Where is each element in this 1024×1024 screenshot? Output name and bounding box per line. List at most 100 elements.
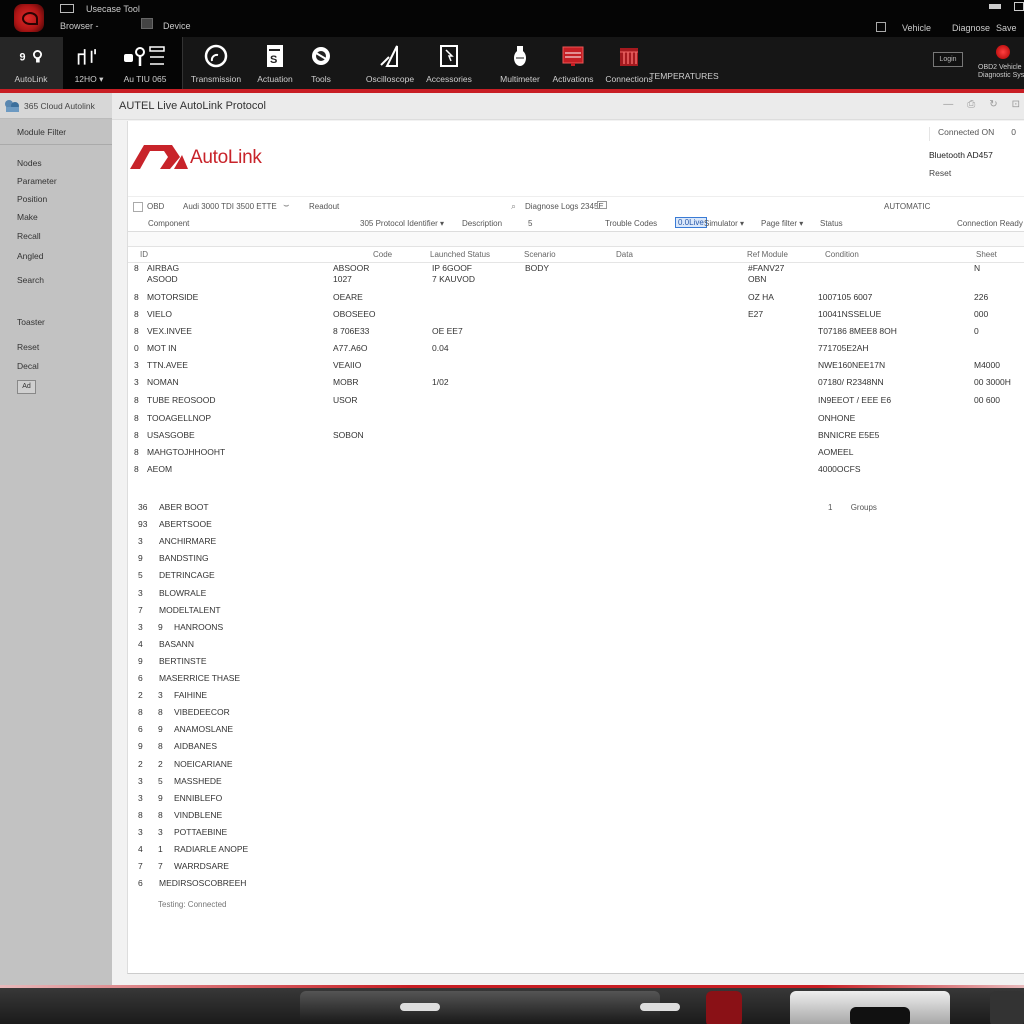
col-ref-module[interactable]: Ref Module [747,250,788,259]
groups-label[interactable]: Groups [851,503,877,512]
table-row[interactable]: 8 AEOM 4000OCFS [128,464,1024,481]
table-row[interactable]: 8 VIELO OBOSEEO E27 10041NSSELUE 000 [128,309,1024,326]
list-item[interactable]: 2 2 NOEICARIANE [128,759,528,776]
list-item[interactable]: 93 ABERTSOOE [128,519,528,536]
calendar-icon[interactable] [876,22,886,32]
list-item[interactable]: 2 3 FAIHINE [128,690,528,707]
col-sheet[interactable]: Sheet [976,250,997,259]
ribbon-module[interactable]: Au TIU 065 [112,37,178,89]
filter-row[interactable] [128,232,1024,247]
obd-icon[interactable] [133,202,143,212]
ribbon-oscilloscope[interactable]: Oscilloscope [366,37,414,89]
list-item[interactable]: 9 8 AIDBANES [128,741,528,758]
user-avatar-icon[interactable] [996,45,1010,59]
description-field[interactable]: Description [462,219,502,228]
sidebar-item-nodes[interactable]: Nodes [17,158,42,168]
ribbon-transmission[interactable]: Transmission [188,37,244,89]
status-field[interactable]: Status [820,219,843,228]
vin-field[interactable]: Audi 3000 TDI 3500 ETTE [183,202,277,211]
menu-browser[interactable]: Browser - [60,21,99,31]
login-button[interactable]: Login [933,52,963,67]
table-row[interactable]: 8 TOOAGELLNOP ONHONE [128,413,1024,430]
list-item[interactable]: 3 BLOWRALE [128,588,528,605]
col-data[interactable]: Data [616,250,633,259]
ribbon-tools[interactable]: Tools [303,37,339,89]
table-row[interactable]: 3 TTN.AVEE VEAIIO NWE160NEE17N M4000 [128,360,1024,377]
list-item[interactable]: 8 8 VINDBLENE [128,810,528,827]
device-icon[interactable] [141,18,153,29]
sidebar-module-filter[interactable]: Module Filter [0,119,112,145]
minimize-icon[interactable]: — [943,99,953,110]
list-item[interactable]: 3 9 HANROONS [128,622,528,639]
table-row[interactable]: 8 VEX.INVEE 8 706E33 OE EE7 T07186 8MEE8 8OH… [128,326,1024,343]
sidebar-item-angled[interactable]: Angled [17,251,43,261]
list-item[interactable]: 3 9 ENNIBLEFO [128,793,528,810]
table-row[interactable]: 3 NOMAN MOBR 1/02 07180/ R2348NN 00 3000H [128,377,1024,394]
table-row[interactable]: 8 MAHGTOJHHOOHT AOMEEL [128,447,1024,464]
ribbon-autolink[interactable]: 9 AutoLink [2,37,60,89]
table-row[interactable]: 0 MOT IN A77.A6O 0.04 771705E2AH [128,343,1024,360]
table-row[interactable]: 8 MOTORSIDE OEARE OZ HA 1007105 6007 226 [128,292,1024,309]
list-item[interactable]: 3 ANCHIRMARE [128,536,528,553]
live-data-toggle[interactable]: 0.0Live [675,217,707,228]
sidebar-item-parameter[interactable]: Parameter [17,176,57,186]
ribbon-activations[interactable]: Activations [552,37,594,89]
reset-link[interactable]: Reset [929,168,1024,178]
ribbon-accessories[interactable]: Accessories [426,37,472,89]
list-item[interactable]: 9 BANDSTING [128,553,528,570]
list-item[interactable]: 6 MASERRICE THASE [128,673,528,690]
list-item[interactable]: 9 BERTINSTE [128,656,528,673]
menu-save[interactable]: Save [996,23,1017,33]
maximize-icon[interactable] [1014,2,1024,11]
file-icon[interactable] [60,4,74,13]
sidebar-item-reset[interactable]: Reset [17,342,39,352]
sidebar-item-recall[interactable]: Recall [17,231,41,241]
list-item[interactable]: 4 BASANN [128,639,528,656]
ribbon-multimeter[interactable]: Multimeter [498,37,542,89]
sidebar-add-button[interactable]: Ad [17,380,36,394]
print-icon[interactable]: ⎙ [967,99,975,110]
list-item[interactable]: 7 MODELTALENT [128,605,528,622]
protocol-dropdown[interactable]: 305 Protocol Identifier ▾ [360,219,444,228]
col-scenario[interactable]: Scenario [524,250,556,259]
page-number[interactable]: 1 [828,503,832,512]
list-item[interactable]: 3 3 POTTAEBINE [128,827,528,844]
app-logo[interactable] [14,4,44,32]
sidebar-item-search[interactable]: Search [17,275,44,285]
sidebar-item-decal[interactable]: Decal [17,361,39,371]
table-row[interactable]: 8 TUBE REOSOOD USOR IN9EEOT / EEE E6 00 600 [128,395,1024,412]
minimize-icon[interactable] [989,4,1001,9]
page-filter-dropdown[interactable]: Page filter ▾ [761,219,803,228]
ribbon-actuation[interactable]: S Actuation [255,37,295,89]
list-item[interactable]: 6 9 ANAMOSLANE [128,724,528,741]
list-item[interactable]: 36 ABER BOOT [128,502,528,519]
table-row[interactable]: 8 AIRBAG ASOOD ABSOOR 1027 IP 6GOOF 7 KAUVO… [128,263,1024,284]
lock-icon[interactable]: ⊡ [1012,99,1020,110]
list-item[interactable]: 8 8 VIBEDEECOR [128,707,528,724]
list-item[interactable]: 4 1 RADIARLE ANOPE [128,844,528,861]
list-item[interactable]: 7 7 WARRDSARE [128,861,528,878]
refresh-icon[interactable]: ↻ [989,99,997,110]
menu-device[interactable]: Device [163,21,191,31]
search-logs-field[interactable]: Diagnose Logs 2345E [525,202,604,211]
mode-label[interactable]: Readout [309,202,339,211]
ribbon-protocol[interactable]: 12HO ▾ [66,37,112,89]
list-item[interactable]: 3 5 MASSHEDE [128,776,528,793]
auto-mode[interactable]: AUTOMATIC [884,202,930,211]
export-icon[interactable] [597,201,607,209]
simulator-dropdown[interactable]: Simulator ▾ [704,219,744,228]
menu-vehicle[interactable]: Vehicle [902,23,931,33]
col-condition[interactable]: Condition [825,250,859,259]
list-item[interactable]: 6 MEDIRSOSCOBREEH [128,878,528,895]
link-icon[interactable]: ⌣ [283,200,290,211]
menu-diagnose[interactable]: Diagnose [952,23,990,33]
ribbon-temperatures[interactable]: TEMPERATURES [649,37,718,89]
ribbon-connections[interactable]: Connections [605,37,653,89]
table-row[interactable]: 8 USASGOBE SOBON BNNICRE E5E5 [128,430,1024,447]
sidebar-item-make[interactable]: Make [17,212,38,222]
sidebar-item-toaster[interactable]: Toaster [17,317,45,327]
col-code[interactable]: Code [373,250,392,259]
trouble-codes-field[interactable]: Trouble Codes [605,219,657,228]
col-id[interactable]: ID [140,250,148,259]
col-status[interactable]: Launched Status [430,250,490,259]
